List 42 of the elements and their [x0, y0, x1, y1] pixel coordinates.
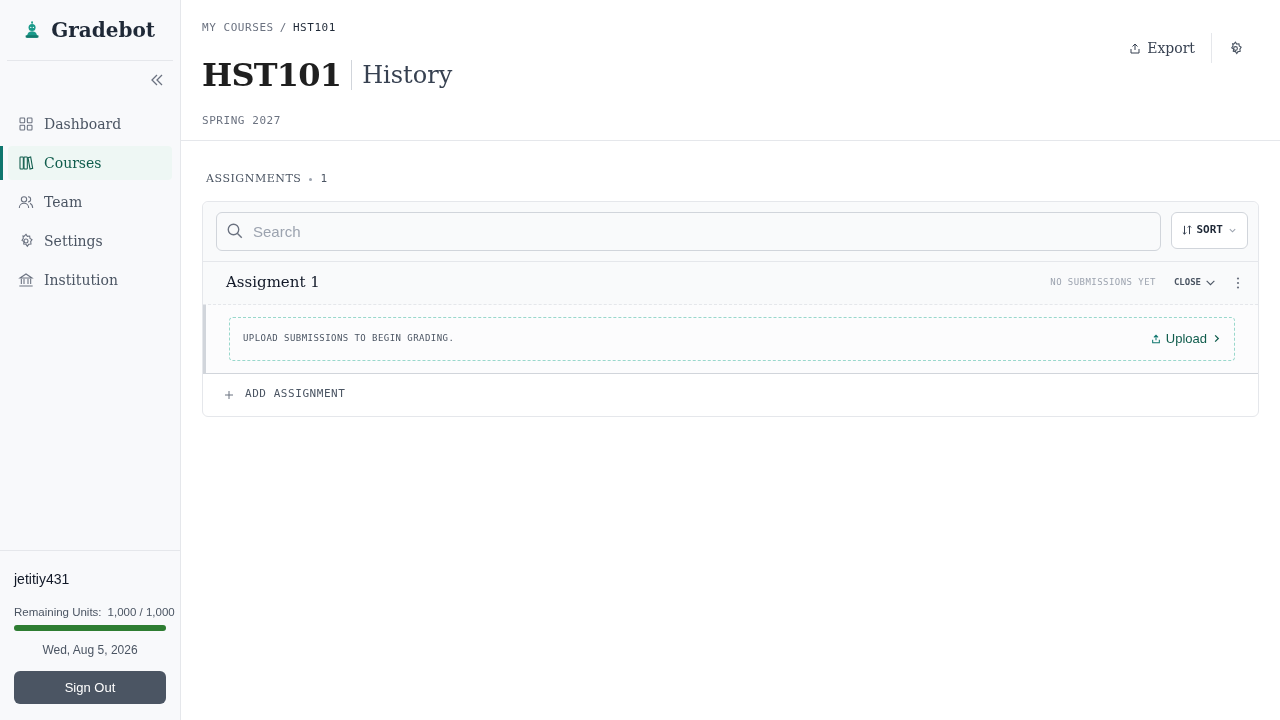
plus-icon [225, 390, 233, 399]
settings-icon [18, 233, 34, 249]
dot-separator-icon [309, 177, 313, 181]
sort-icon [1181, 225, 1192, 235]
add-assignment-button[interactable]: ADD ASSIGNMENT [203, 373, 368, 416]
username: jetitiy431 [14, 569, 71, 589]
breadcrumb-link[interactable]: MY COURSES [202, 20, 274, 37]
grid-icon [18, 116, 34, 132]
units-label: Remaining Units: [14, 604, 102, 620]
date-text: Wed, Aug 5, 2026 [41, 642, 139, 659]
assignment-title: Assigment 1 [226, 272, 320, 294]
breadcrumb-current: HST101 [292, 20, 336, 36]
assignment-count: 1 [320, 171, 328, 187]
breadcrumb-separator: / [279, 20, 287, 36]
units-value: 1,000 / 1,000 [107, 604, 175, 620]
settings-icon[interactable] [1228, 40, 1243, 56]
books-icon [18, 155, 34, 171]
collapse-icon[interactable] [150, 73, 164, 87]
sign-out-button[interactable]: Sign Out [14, 671, 166, 704]
upload-button[interactable]: Upload [1150, 328, 1221, 349]
more-options-icon[interactable] [1236, 276, 1240, 289]
empty-message: UPLOAD SUBMISSIONS TO BEGIN GRADING. [243, 331, 455, 345]
search-field[interactable]: Search [216, 211, 1161, 251]
term-label: SPRING 2027 [202, 112, 282, 129]
bank-icon [18, 272, 34, 288]
collapse-toggle[interactable]: CLOSE [1173, 275, 1216, 290]
people-icon [18, 194, 34, 210]
chevron-right-icon [1212, 334, 1221, 343]
nav-item[interactable]: Settings [8, 224, 172, 258]
nav-item[interactable]: Dashboard [8, 107, 172, 141]
section-heading: ASSIGNMENTS [206, 171, 302, 187]
export-button[interactable]: Export [1129, 37, 1195, 59]
sort-button[interactable]: SORT [1170, 211, 1248, 249]
course-code: HST101 [202, 54, 342, 96]
brand-name: Gradebot [51, 17, 155, 44]
upload-icon [1150, 333, 1161, 344]
share-icon [1129, 41, 1142, 55]
search-icon [226, 221, 244, 240]
course-name: History [362, 59, 453, 91]
nav-item[interactable]: Institution [8, 263, 172, 297]
submission-status: NO SUBMISSIONS YET [1050, 275, 1156, 289]
nav-item[interactable]: Team [8, 185, 172, 219]
